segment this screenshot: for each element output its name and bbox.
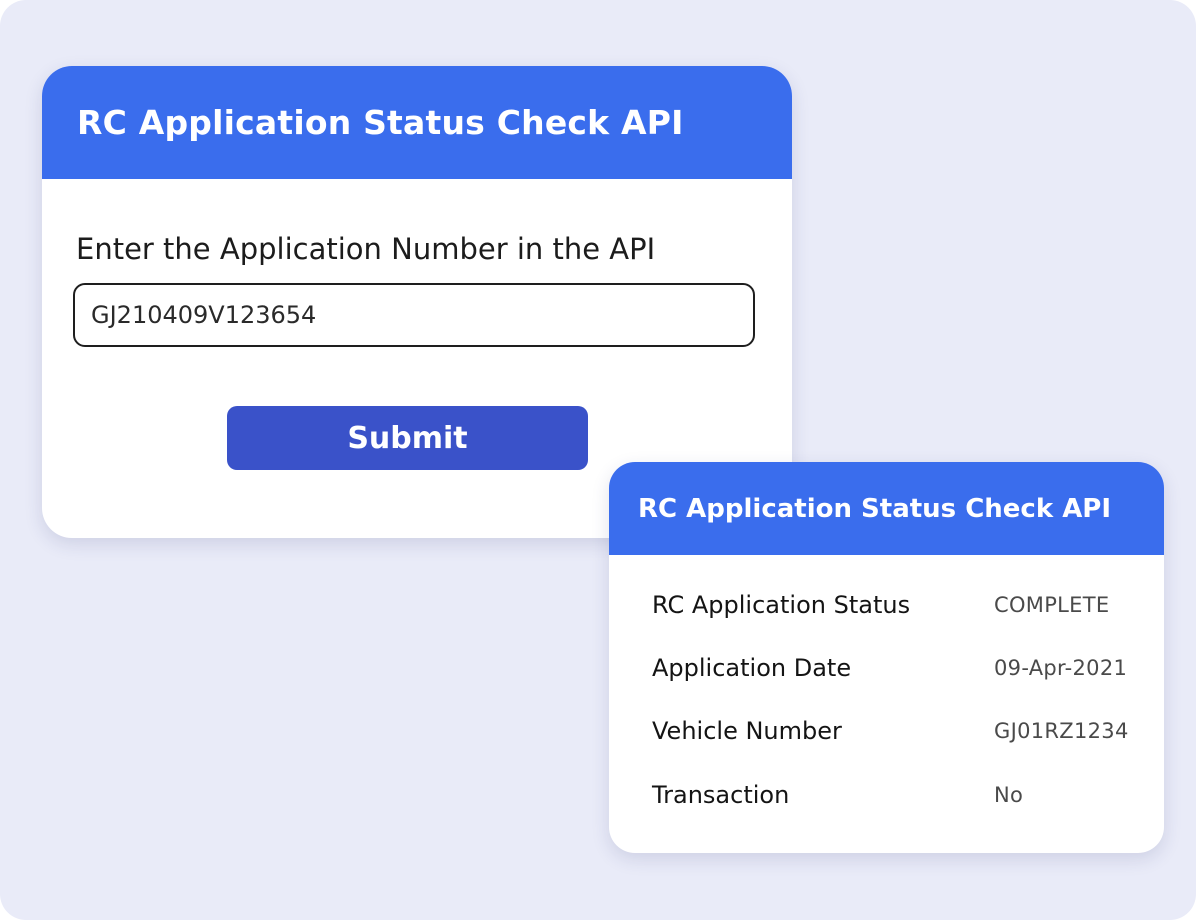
result-value: 09-Apr-2021: [994, 656, 1128, 680]
result-value: GJ01RZ1234: [994, 719, 1129, 743]
application-number-label: Enter the Application Number in the API: [76, 232, 656, 266]
result-label: RC Application Status: [652, 591, 911, 619]
result-row-rc-status: RC Application Status COMPLETE: [652, 585, 1162, 625]
result-row-vehicle-number: Vehicle Number GJ01RZ1234: [652, 711, 1162, 751]
result-value: No: [994, 783, 1024, 807]
request-card-title: RC Application Status Check API: [77, 103, 684, 142]
result-card-header: RC Application Status Check API: [609, 462, 1164, 555]
result-row-transaction: Transaction No: [652, 775, 1162, 815]
submit-button[interactable]: Submit: [227, 406, 588, 470]
canvas-background: RC Application Status Check API Enter th…: [0, 0, 1196, 920]
result-value: COMPLETE: [994, 593, 1110, 617]
result-label: Application Date: [652, 654, 852, 682]
result-row-application-date: Application Date 09-Apr-2021: [652, 648, 1162, 688]
result-label: Vehicle Number: [652, 717, 842, 745]
application-number-input[interactable]: [73, 283, 755, 347]
result-card-title: RC Application Status Check API: [638, 493, 1112, 524]
application-status-result-card: RC Application Status Check API RC Appli…: [609, 462, 1164, 853]
request-card-header: RC Application Status Check API: [42, 66, 792, 179]
result-label: Transaction: [652, 781, 790, 809]
